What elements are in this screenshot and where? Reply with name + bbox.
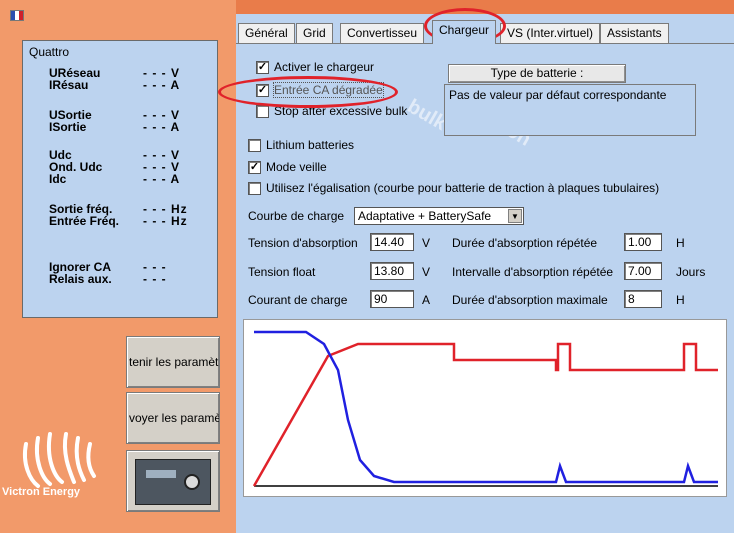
unit-h: H [676,293,685,307]
quattro-title: Quattro [29,45,70,59]
status-label: IRésau [49,78,89,92]
get-settings-button[interactable]: tenir les paramèt [126,336,220,388]
repeated-absorption-interval-field[interactable]: 7.00 [624,262,662,280]
status-value: - - - [143,272,167,286]
checkbox-box [248,138,261,152]
weak-ac-label: Entrée CA dégradée [273,82,384,98]
absorption-voltage-label: Tension d'absorption [248,236,358,250]
charge-curve-value: Adaptative + BatterySafe [358,209,492,223]
float-voltage-field[interactable]: 13.80 [370,262,414,280]
weak-ac-checkbox[interactable]: ✓ Entrée CA dégradée [256,82,384,98]
settings-main: bulk on Général Grid Convertisseu Charge… [236,14,734,533]
stop-bulk-checkbox[interactable]: Stop after excessive bulk [256,104,407,118]
remote-panel-icon [135,459,211,505]
flag-icon[interactable] [10,10,24,21]
unit-a: A [422,293,431,307]
unit-h: H [676,236,685,250]
repeated-absorption-time-label: Durée d'absorption répétée [452,236,598,250]
tab-bar: Général Grid Convertisseu Chargeur VS (I… [236,14,734,44]
float-voltage-label: Tension float [248,265,316,279]
checkbox-box [248,181,261,195]
left-panel: Quattro URéseau - - - V IRésau - - - A USo… [0,0,236,533]
max-absorption-time-field[interactable]: 8 [624,290,662,308]
unit-v: V [422,265,431,279]
charge-current-field[interactable]: 90 [370,290,414,308]
status-value: - - - A [143,172,181,186]
battery-type-box: Pas de valeur par défaut correspondante [444,84,696,136]
lithium-label: Lithium batteries [266,138,355,152]
tab-converter[interactable]: Convertisseu [340,23,425,43]
max-absorption-time-label: Durée d'absorption maximale [452,293,608,307]
voltage-curve [252,342,718,487]
battery-type-text: Pas de valeur par défaut correspondante [449,88,667,102]
lithium-checkbox[interactable]: Lithium batteries [248,138,354,152]
chevron-down-icon[interactable]: ▼ [508,209,522,223]
charge-curve-graph [243,319,727,497]
equalization-label: Utilisez l'égalisation (courbe pour batt… [266,181,660,195]
current-curve [254,330,718,484]
status-value: - - - Hz [143,214,188,228]
checkbox-box: ✓ [256,60,269,74]
stop-bulk-label: Stop after excessive bulk [274,104,408,118]
tab-charger[interactable]: Chargeur [432,20,497,44]
status-label: Idc [49,172,67,186]
send-settings-button[interactable]: voyer les paramè [126,392,220,444]
tab-general[interactable]: Général [238,23,295,43]
status-label: ISortie [49,120,87,134]
tab-grid[interactable]: Grid [296,23,333,43]
unit-v: V [422,236,431,250]
quattro-status-panel: Quattro URéseau - - - V IRésau - - - A USo… [22,40,218,318]
brand-name: Victron Energy [2,486,81,498]
charge-curve-svg [252,330,718,487]
standby-label: Mode veille [266,160,327,174]
battery-type-button[interactable]: Type de batterie : [448,64,626,83]
checkbox-box: ✓ [248,160,261,174]
checkbox-box [256,104,269,118]
repeated-absorption-interval-label: Intervalle d'absorption répétée [452,265,614,279]
absorption-voltage-field[interactable]: 14.40 [370,233,414,251]
checkbox-box: ✓ [256,83,269,97]
status-label: Relais aux. [49,272,112,286]
enable-charger-label: Activer le chargeur [274,60,375,74]
tab-virtual-switch[interactable]: VS (Inter.virtuel) [500,23,601,43]
charge-current-label: Courant de charge [248,293,348,307]
repeated-absorption-time-field[interactable]: 1.00 [624,233,662,251]
charge-curve-select[interactable]: Adaptative + BatterySafe ▼ [354,207,524,225]
standby-checkbox[interactable]: ✓ Mode veille [248,160,327,174]
status-label: Entrée Fréq. [49,214,120,228]
equalization-checkbox[interactable]: Utilisez l'égalisation (courbe pour batt… [248,181,659,195]
unit-days: Jours [676,265,706,279]
remote-panel-button[interactable] [126,450,220,512]
tab-assistants[interactable]: Assistants [600,23,669,43]
charge-curve-label: Courbe de charge [248,209,345,223]
enable-charger-checkbox[interactable]: ✓ Activer le chargeur [256,60,374,74]
status-value: - - - A [143,120,181,134]
status-value: - - - A [143,78,181,92]
